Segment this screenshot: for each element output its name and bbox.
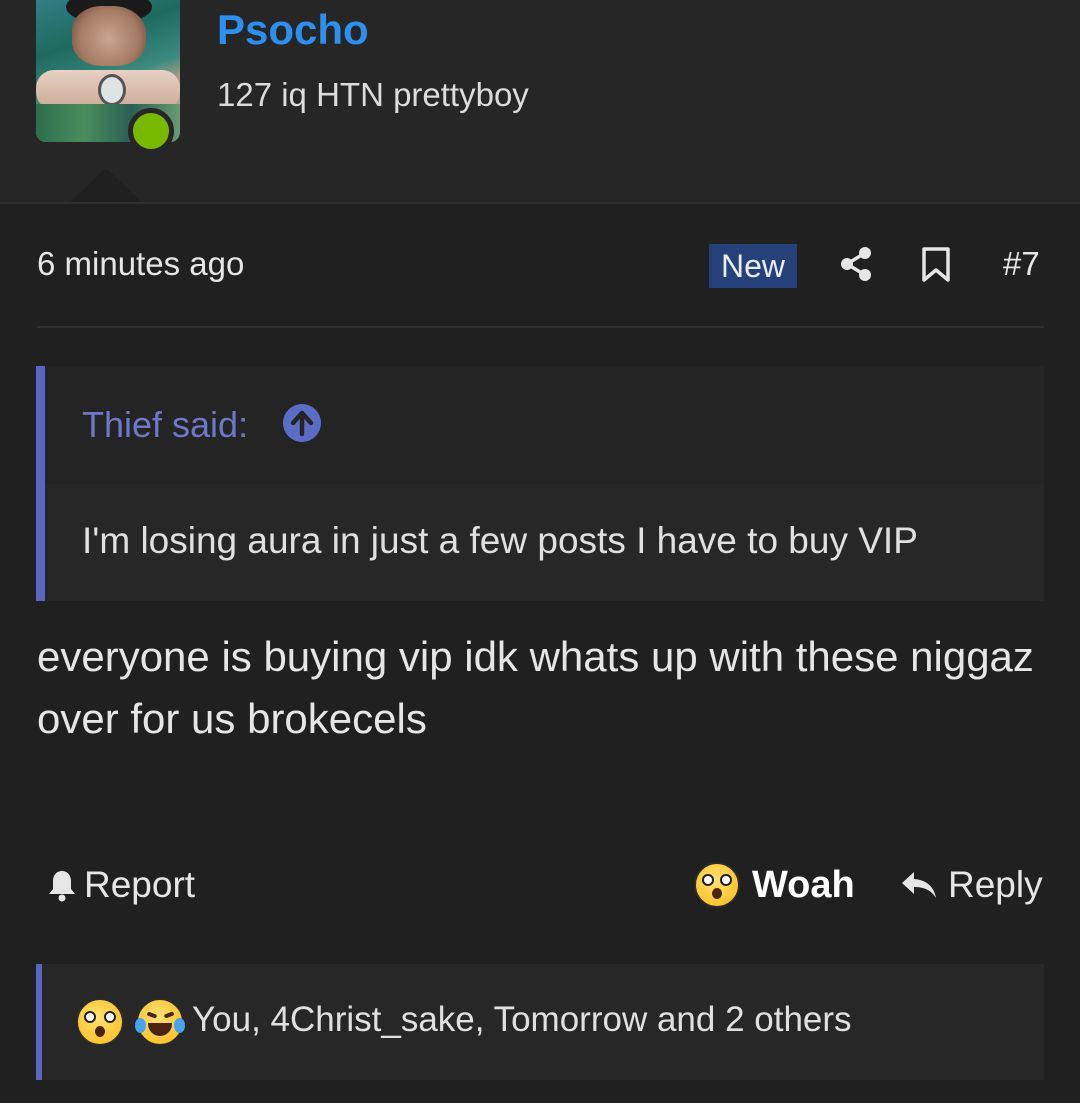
report-button[interactable]: Report	[46, 864, 195, 906]
woah-reaction-button[interactable]: Woah	[694, 862, 855, 908]
author-pointer	[70, 168, 142, 202]
report-label: Report	[84, 864, 196, 905]
woah-emoji-icon	[76, 998, 124, 1046]
quote-author-link[interactable]: Thief said:	[82, 404, 248, 446]
quote-block: Thief said: I'm losing aura in just a fe…	[36, 366, 1044, 601]
message-line: over for us brokecels	[37, 695, 427, 742]
laughing-crying-emoji-icon	[135, 998, 185, 1046]
reply-arrow-icon	[902, 872, 936, 898]
message-line: everyone is buying vip idk whats up with…	[37, 633, 1034, 680]
reply-button[interactable]: Reply	[900, 864, 1043, 906]
post-author-header: Psocho 127 iq HTN prettyboy	[0, 0, 1080, 204]
post-timestamp[interactable]: 6 minutes ago	[37, 245, 244, 283]
bell-icon	[49, 871, 75, 902]
divider	[37, 326, 1044, 328]
woah-emoji-icon	[694, 862, 740, 908]
quote-body: I'm losing aura in just a few posts I ha…	[45, 484, 1044, 601]
post-message: everyone is buying vip idk whats up with…	[37, 626, 1037, 750]
bookmark-icon[interactable]	[921, 247, 951, 283]
woah-label: Woah	[752, 863, 855, 906]
arrow-up-icon[interactable]	[283, 404, 321, 442]
reactions-bar[interactable]: You, 4Christ_sake, Tomorrow and 2 others	[36, 964, 1044, 1080]
online-status-icon	[128, 108, 174, 154]
forum-post: Psocho 127 iq HTN prettyboy 6 minutes ag…	[0, 0, 1080, 1103]
post-number-link[interactable]: #7	[1003, 245, 1040, 283]
username-link[interactable]: Psocho	[217, 6, 369, 54]
user-title: 127 iq HTN prettyboy	[217, 76, 529, 113]
reactions-summary-link[interactable]: You, 4Christ_sake, Tomorrow and 2 others	[192, 1000, 852, 1040]
reply-label: Reply	[948, 864, 1043, 905]
quote-text: I'm losing aura in just a few posts I ha…	[82, 520, 918, 561]
quote-header: Thief said:	[45, 366, 1044, 484]
new-badge: New	[709, 244, 798, 288]
share-icon[interactable]	[838, 246, 874, 282]
